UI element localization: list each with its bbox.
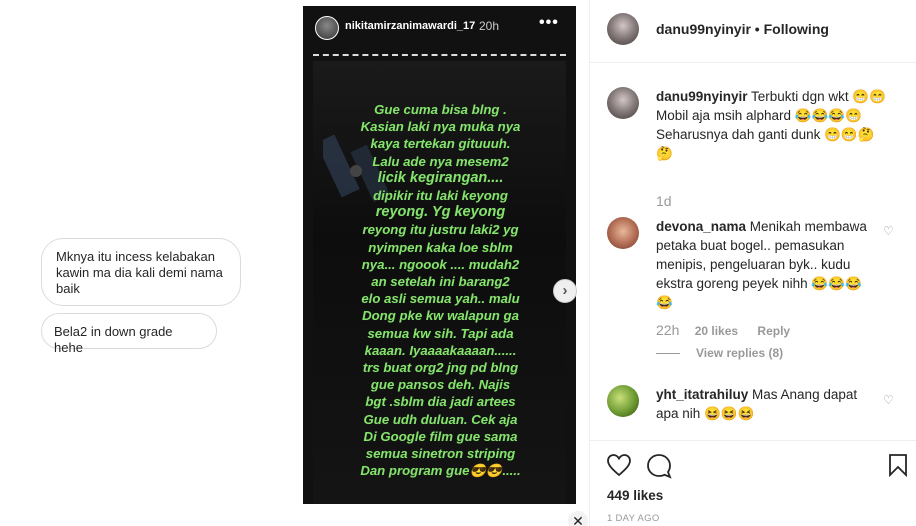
story-text-line: elo asli semua yah.. malu xyxy=(361,291,520,307)
separator: • xyxy=(750,21,764,37)
story-image: nikitamirzanimawardi_17 20h ••• Gue cuma… xyxy=(303,6,576,504)
post-date: 1 DAY AGO xyxy=(607,513,660,524)
avatar[interactable] xyxy=(607,217,639,249)
post-panel: danu99nyinyir • Following danu99nyinyir … xyxy=(589,0,916,526)
comment-icon[interactable] xyxy=(646,453,672,479)
heart-icon[interactable]: ♡ xyxy=(883,224,894,238)
story-text-line: reyong. Yg keyong xyxy=(375,204,506,221)
story-text-line: nya... ngoook .... mudah2 xyxy=(361,256,520,272)
story-text-line: gue pansos deh. Najis xyxy=(370,377,511,393)
story-text-line: kaaan. Iyaaaakaaaan...... xyxy=(364,342,517,358)
comment-username[interactable]: devona_nama xyxy=(656,219,746,234)
story-text-line: semua kw sih. Tapi ada xyxy=(367,325,514,341)
post-username[interactable]: danu99nyinyir xyxy=(656,21,751,37)
avatar[interactable] xyxy=(607,87,639,119)
story-text-line: reyong itu justru laki2 yg xyxy=(362,222,519,238)
post-header: danu99nyinyir • Following xyxy=(590,0,916,63)
caption-username[interactable]: danu99nyinyir xyxy=(656,89,748,104)
story-avatar[interactable] xyxy=(315,16,339,40)
avatar[interactable] xyxy=(607,385,639,417)
post-header-user: danu99nyinyir • Following xyxy=(656,21,829,37)
comment-meta: 22h 20 likes Reply xyxy=(656,322,806,338)
story-text-line: Gue cuma bisa blng . xyxy=(374,102,507,117)
caption: danu99nyinyir Terbukti dgn wkt 😁😁 Mobil … xyxy=(656,87,886,163)
story-text-line: Dong pke kw walapun ga xyxy=(362,308,519,324)
reply-button[interactable]: Reply xyxy=(757,324,790,338)
story-text: Gue cuma bisa blng . Kasian laki nya muka… xyxy=(323,101,558,479)
comment: devona_nama Menikah membawa petaka buat … xyxy=(656,217,871,312)
caption-time: 1d xyxy=(656,193,672,209)
story-text-line: semua sinetron striping xyxy=(365,446,516,462)
heart-icon[interactable] xyxy=(606,453,632,477)
close-icon[interactable]: ✕ xyxy=(568,511,588,526)
likes-count[interactable]: 449 likes xyxy=(607,488,663,503)
story-text-line: Dan program gue😎😎..... xyxy=(360,463,521,479)
action-bar: 449 likes 1 DAY AGO xyxy=(590,440,916,526)
story-text-line: kaya tertekan gituuuh. xyxy=(370,136,511,152)
following-button[interactable]: Following xyxy=(764,21,829,37)
chat-bubble: Bela2 in down grade hehe xyxy=(41,313,217,355)
bookmark-icon[interactable] xyxy=(888,453,908,477)
story-text-line: nyimpen kaka loe sblm xyxy=(368,239,513,255)
story-time: 20h xyxy=(479,19,500,33)
view-replies-link[interactable]: View replies (8) xyxy=(656,346,783,360)
story-text-line: Di Google film gue sama xyxy=(363,428,518,444)
story-text-line: Kasian laki nya muka nya xyxy=(360,119,521,135)
chat-bubble: Mknya itu incess kelabakan kawin ma dia … xyxy=(41,238,241,306)
chevron-right-icon[interactable]: › xyxy=(553,279,577,303)
story-text-line: Gue udh duluan. Cek aja xyxy=(363,411,518,427)
story-text-line: Lalu ade nya mesem2 xyxy=(372,153,509,169)
avatar[interactable] xyxy=(607,13,639,45)
story-text-line: dipikir itu laki keyong xyxy=(373,188,508,204)
story-text-line: bgt .sblm dia jadi artees xyxy=(365,394,516,410)
comment-likes[interactable]: 20 likes xyxy=(695,324,738,338)
heart-icon[interactable]: ♡ xyxy=(883,393,894,407)
more-horizontal-icon[interactable]: ••• xyxy=(539,14,559,32)
story-text-line: licik kegirangan.... xyxy=(377,169,504,186)
story-text-line: an setelah ini barang2 xyxy=(371,274,510,290)
comment-time: 22h xyxy=(656,322,680,338)
divider xyxy=(656,353,680,355)
view-replies-label[interactable]: View replies (8) xyxy=(696,346,783,360)
comment-username[interactable]: yht_itatrahiluy xyxy=(656,387,748,402)
story-progress-bar xyxy=(313,54,566,56)
story-username[interactable]: nikitamirzanimawardi_17 xyxy=(345,20,475,32)
story-text-line: trs buat org2 jng pd blng xyxy=(362,360,519,376)
comment: yht_itatrahiluy Mas Anang dapat apa nih … xyxy=(656,385,871,423)
